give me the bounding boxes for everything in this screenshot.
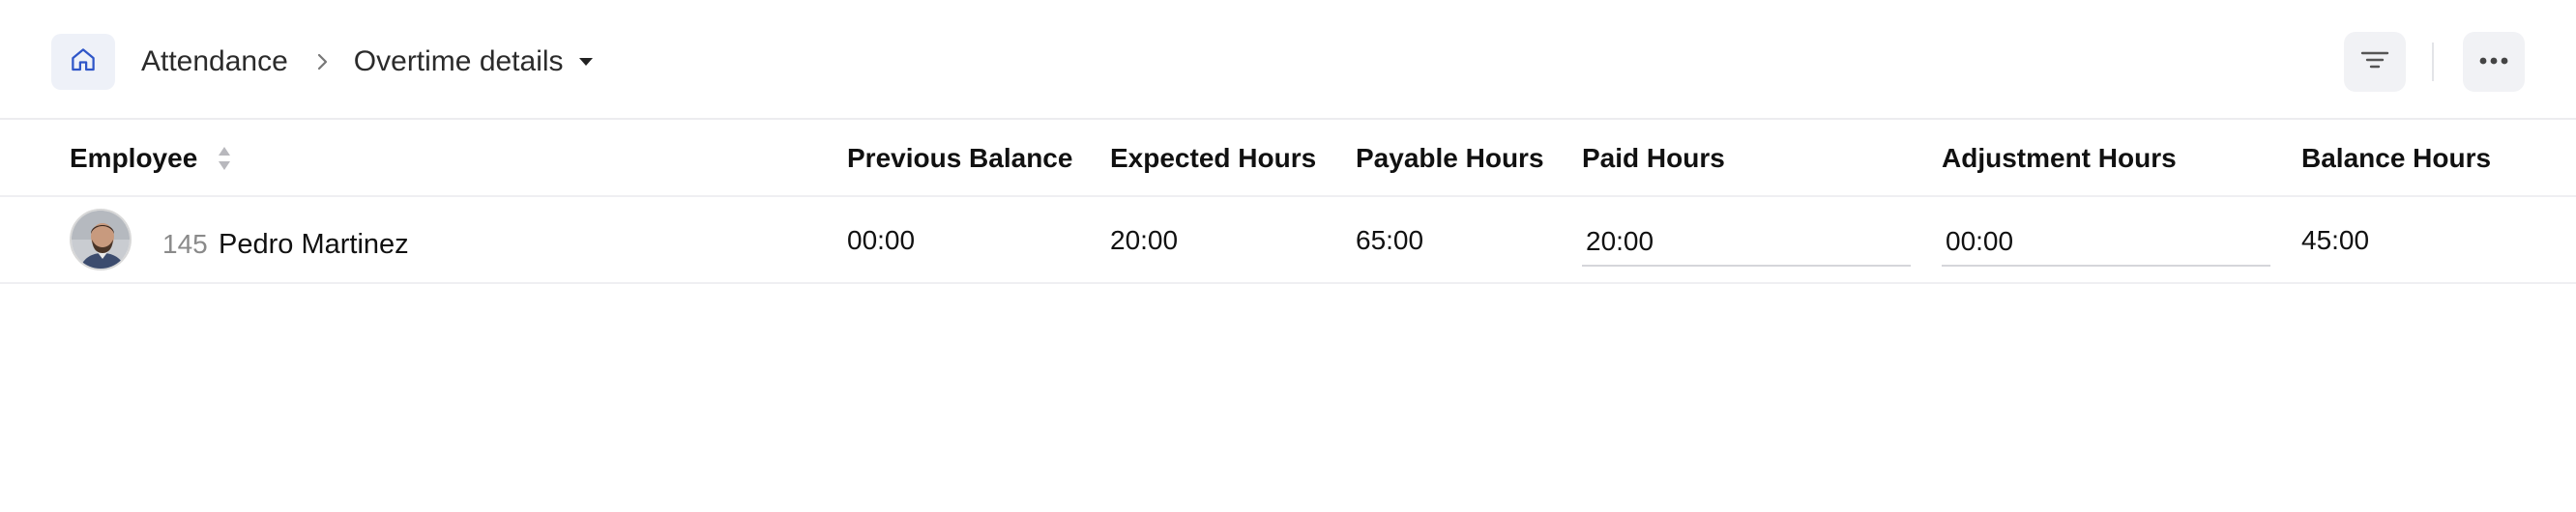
balance-hours-cell: 45:00 bbox=[2301, 225, 2370, 255]
column-header-payable-hours: Payable Hours bbox=[1356, 143, 1544, 173]
paid-hours-input[interactable] bbox=[1582, 218, 1911, 267]
column-header-previous-balance: Previous Balance bbox=[847, 143, 1073, 173]
employee-name[interactable]: Pedro Martinez bbox=[219, 197, 409, 284]
column-header-balance-hours: Balance Hours bbox=[2301, 143, 2492, 173]
more-horizontal-icon bbox=[2478, 53, 2509, 71]
chevron-right-icon bbox=[313, 50, 331, 73]
table-row[interactable]: 145 Pedro Martinez 00:00 20:00 65:00 45:… bbox=[0, 197, 2576, 284]
column-header-paid-hours: Paid Hours bbox=[1582, 143, 1725, 173]
top-bar: Attendance Overtime details bbox=[0, 0, 2576, 120]
column-header-employee[interactable]: Employee bbox=[70, 120, 232, 197]
employee-id: 145 bbox=[162, 229, 208, 259]
view-selector-dropdown[interactable]: Overtime details bbox=[354, 45, 595, 78]
breadcrumb: Attendance Overtime details bbox=[141, 37, 595, 87]
breadcrumb-current: Overtime details bbox=[353, 45, 564, 77]
column-label: Employee bbox=[70, 143, 198, 173]
adjustment-hours-input[interactable] bbox=[1942, 218, 2270, 267]
avatar bbox=[70, 209, 132, 270]
sort-icon[interactable] bbox=[217, 144, 232, 173]
breadcrumb-attendance[interactable]: Attendance bbox=[141, 45, 288, 78]
payable-hours-cell: 65:00 bbox=[1356, 225, 1424, 255]
filter-button[interactable] bbox=[2344, 32, 2406, 92]
toolbar-divider bbox=[2432, 43, 2434, 81]
table-header: Employee Previous Balance Expected Hours… bbox=[0, 120, 2576, 197]
home-icon bbox=[69, 45, 98, 79]
column-header-adjustment-hours: Adjustment Hours bbox=[1942, 143, 2177, 173]
more-options-button[interactable] bbox=[2463, 32, 2525, 92]
previous-balance-cell: 00:00 bbox=[847, 225, 916, 255]
filter-icon bbox=[2359, 48, 2390, 76]
caret-down-icon bbox=[577, 56, 595, 68]
expected-hours-cell: 20:00 bbox=[1110, 225, 1179, 255]
home-button[interactable] bbox=[51, 34, 115, 90]
column-header-expected-hours: Expected Hours bbox=[1110, 143, 1317, 173]
